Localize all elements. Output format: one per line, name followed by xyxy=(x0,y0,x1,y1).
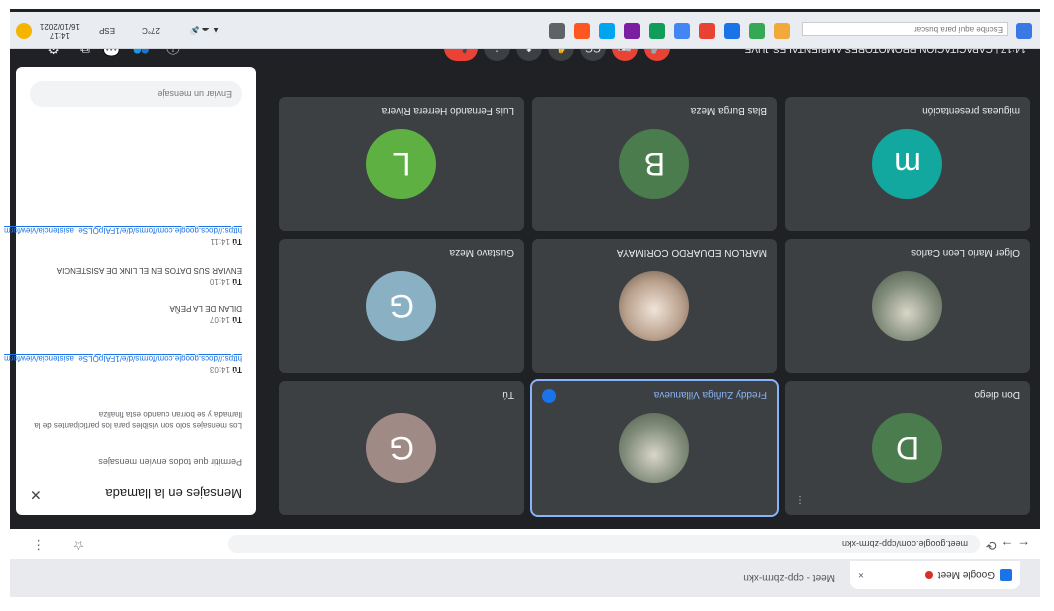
clock-time: 14:17 xyxy=(49,31,70,40)
close-chat-button[interactable]: ✕ xyxy=(30,486,42,503)
chat-message: Tú 14:03 https://docs.google.com/forms/d… xyxy=(4,353,242,375)
excel-icon[interactable] xyxy=(649,23,665,39)
store-icon[interactable] xyxy=(599,23,615,39)
pin-icon[interactable]: ⋮ xyxy=(795,494,805,505)
tray-icons[interactable]: ▲ ☁ 🔊 xyxy=(190,26,220,35)
message-author: Tú xyxy=(232,365,242,374)
participant-name: Gustavo Meza xyxy=(449,247,514,258)
browser-tab[interactable]: Google Meet × xyxy=(850,561,1020,589)
participant-name: Blas Burga Meza xyxy=(690,105,767,116)
participant-tile-speaking[interactable]: Freddy Zuñiga Villanueva xyxy=(530,379,779,517)
participant-tile[interactable]: MARLON EDUARDO CORIMAYA xyxy=(532,239,777,373)
message-author: Tú xyxy=(232,315,242,324)
language[interactable]: ESP xyxy=(99,26,115,35)
word-icon[interactable] xyxy=(674,23,690,39)
participant-name: MARLON EDUARDO CORIMAYA xyxy=(616,247,767,258)
participant-name: Freddy Zuñiga Villanueva xyxy=(653,389,767,400)
speaking-indicator-icon xyxy=(542,389,556,403)
chat-title: Mensajes en la llamada xyxy=(105,486,242,501)
nav-buttons[interactable]: ← → ⟳ xyxy=(986,537,1030,553)
tab-secondary[interactable]: Meet - cpp-zbrm-xkn xyxy=(743,572,835,583)
participant-tile[interactable]: G Gustavo Meza xyxy=(279,239,524,373)
clock-date: 16/10/2021 xyxy=(39,22,80,31)
screen: Google Meet × Meet - cpp-zbrm-xkn ← → ⟳ … xyxy=(0,0,1054,611)
participant-name: Olger Mario Leon Carlos xyxy=(911,247,1020,258)
message-time: 14:07 xyxy=(209,315,230,324)
participant-tile[interactable]: m migueas presentación xyxy=(785,97,1030,231)
message-time: 14:03 xyxy=(209,365,230,374)
avatar-photo xyxy=(619,413,690,483)
participant-tile[interactable]: Olger Mario Leon Carlos xyxy=(785,239,1030,373)
avatar: G xyxy=(366,271,437,341)
participant-tile-self[interactable]: G Tú xyxy=(279,381,524,515)
message-link[interactable]: https://docs.google.com/forms/d/e/1FAIpQ… xyxy=(4,354,242,363)
message-time: 14:10 xyxy=(209,277,230,286)
tab-close-button[interactable]: × xyxy=(858,570,864,581)
meet-favicon-icon xyxy=(1000,569,1012,581)
meet-area: D Don diego ⋮ Freddy Zuñiga Villanueva G… xyxy=(4,9,1040,529)
participant-name: Luis Fernando Herrera Rivera xyxy=(381,105,514,116)
avatar: B xyxy=(619,129,690,199)
message-text: DILAN DE LA PEÑA xyxy=(169,304,242,313)
terminal-icon[interactable] xyxy=(549,23,565,39)
chat-panel: Mensajes en la llamada ✕ Permitir que to… xyxy=(4,67,256,515)
media-icon[interactable] xyxy=(574,23,590,39)
chat-notice: Los mensajes solo son visibles para los … xyxy=(34,410,242,430)
avatar-photo xyxy=(872,271,943,341)
weather[interactable]: 27°C xyxy=(142,26,160,35)
taskbar-search[interactable]: Escribe aquí para buscar xyxy=(802,22,1008,36)
chat-message: Tú 14:11 https://docs.google.com/forms/d… xyxy=(4,225,242,247)
windows-taskbar: Escribe aquí para buscar ▲ ☁ 🔊 27°C ESP … xyxy=(10,12,1040,49)
file-explorer-icon[interactable] xyxy=(774,23,790,39)
chat-message-input[interactable]: Enviar un mensaje xyxy=(30,81,242,107)
avatar: m xyxy=(872,129,943,199)
chat-message: Tú 14:10 ENVIAR SUS DATOS EN EL LINK DE … xyxy=(32,265,242,287)
message-author: Tú xyxy=(232,277,242,286)
participant-tile[interactable]: D Don diego ⋮ xyxy=(785,381,1030,515)
message-link[interactable]: https://docs.google.com/forms/d/e/1FAIpQ… xyxy=(4,226,242,235)
message-author: Tú xyxy=(232,237,242,246)
browser-tools[interactable]: ☆ ⋮ xyxy=(20,537,84,553)
clock[interactable]: 14:17 16/10/2021 xyxy=(40,22,80,40)
avatar-photo xyxy=(619,271,690,341)
message-time: 14:11 xyxy=(210,237,230,246)
participant-tile[interactable]: B Blas Burga Meza xyxy=(532,97,777,231)
participant-tile[interactable]: L Luis Fernando Herrera Rivera xyxy=(279,97,524,231)
allow-messages-toggle[interactable]: Permitir que todos envíen mensajes xyxy=(98,457,242,467)
participant-name: migueas presentación xyxy=(922,105,1020,116)
browser-tabbar: Google Meet × Meet - cpp-zbrm-xkn xyxy=(10,558,1040,597)
message-text: ENVIAR SUS DATOS EN EL LINK DE ASISTENCI… xyxy=(56,266,242,275)
tab-title: Google Meet xyxy=(937,569,995,581)
chrome-icon[interactable] xyxy=(749,23,765,39)
avatar: G xyxy=(366,413,437,483)
notification-icon[interactable] xyxy=(16,23,32,39)
participant-name: Tú xyxy=(502,389,514,400)
avatar: D xyxy=(872,413,943,483)
start-icon[interactable] xyxy=(1016,23,1032,39)
app-icon[interactable] xyxy=(699,23,715,39)
url-input[interactable]: meet.google.com/cpp-zbrm-xkn xyxy=(228,535,980,553)
participant-name: Don diego xyxy=(974,389,1020,400)
recording-dot-icon xyxy=(924,571,933,579)
address-bar: ← → ⟳ meet.google.com/cpp-zbrm-xkn ☆ ⋮ xyxy=(10,528,1040,559)
onenote-icon[interactable] xyxy=(624,23,640,39)
avatar: L xyxy=(366,129,437,199)
edge-icon[interactable] xyxy=(724,23,740,39)
chat-message: Tú 14:07 DILAN DE LA PEÑA xyxy=(32,303,242,325)
